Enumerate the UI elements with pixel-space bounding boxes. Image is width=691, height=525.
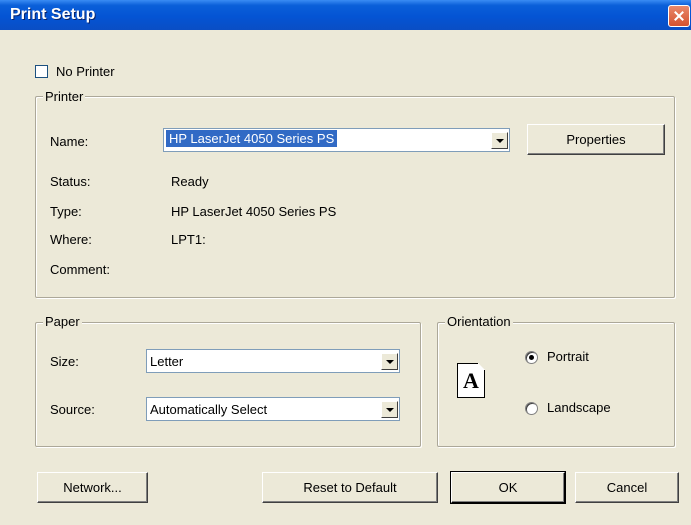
reset-button-label: Reset to Default [303, 480, 397, 495]
close-icon[interactable] [668, 5, 690, 27]
landscape-radio[interactable] [525, 402, 538, 415]
no-printer-label: No Printer [56, 64, 115, 79]
print-setup-dialog: Print Setup No Printer Printer Name: HP … [0, 0, 691, 525]
title-bar[interactable]: Print Setup [0, 0, 691, 30]
paper-group-label: Paper [43, 314, 82, 329]
dialog-title: Print Setup [10, 6, 96, 23]
size-label: Size: [50, 354, 79, 369]
name-label: Name: [50, 134, 89, 149]
portrait-label: Portrait [547, 349, 589, 364]
comment-label: Comment: [50, 262, 110, 277]
cancel-button-label: Cancel [606, 480, 648, 495]
paper-size-value: Letter [150, 354, 184, 369]
network-button[interactable]: Network... [37, 472, 148, 503]
chevron-down-icon[interactable] [381, 353, 398, 370]
ok-button-label: OK [498, 480, 518, 495]
page-icon-letter: A [463, 368, 479, 393]
status-value: Ready [171, 174, 209, 189]
portrait-page-icon: A [457, 363, 485, 398]
status-label: Status: [50, 174, 91, 189]
printer-name-select[interactable]: HP LaserJet 4050 Series PS [163, 128, 510, 152]
where-value: LPT1: [171, 232, 206, 247]
printer-group-label: Printer [43, 89, 86, 104]
type-value: HP LaserJet 4050 Series PS [171, 204, 337, 219]
where-label: Where: [50, 232, 92, 247]
cancel-button[interactable]: Cancel [575, 472, 679, 503]
no-printer-checkbox[interactable] [35, 65, 48, 78]
chevron-down-icon[interactable] [491, 132, 508, 149]
paper-source-select[interactable]: Automatically Select [146, 397, 400, 421]
landscape-label: Landscape [547, 400, 611, 415]
network-button-label: Network... [63, 480, 122, 495]
chevron-down-icon[interactable] [381, 401, 398, 418]
source-label: Source: [50, 402, 95, 417]
printer-name-value: HP LaserJet 4050 Series PS [166, 130, 338, 147]
portrait-radio[interactable] [525, 351, 538, 364]
type-label: Type: [50, 204, 82, 219]
paper-size-select[interactable]: Letter [146, 349, 400, 373]
ok-button[interactable]: OK [450, 471, 566, 504]
paper-group [35, 322, 421, 447]
properties-button[interactable]: Properties [527, 124, 665, 155]
orientation-group-label: Orientation [445, 314, 513, 329]
properties-button-label: Properties [566, 132, 626, 147]
paper-source-value: Automatically Select [150, 402, 268, 417]
reset-to-default-button[interactable]: Reset to Default [262, 472, 438, 503]
